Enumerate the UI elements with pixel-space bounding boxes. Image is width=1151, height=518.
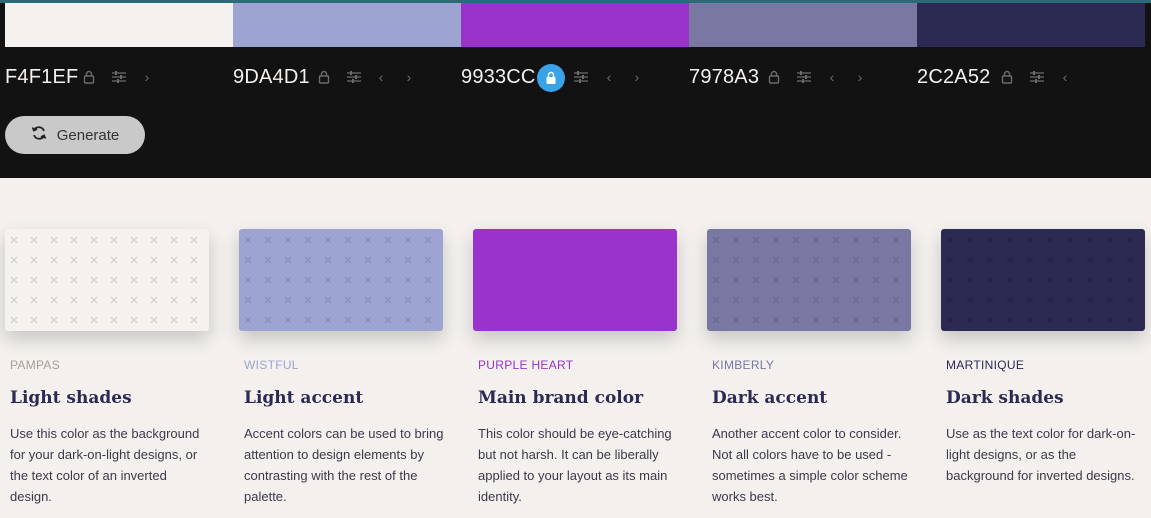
color-role-title: Light shades <box>10 388 132 408</box>
chevron-left-icon[interactable]: ‹ <box>373 67 389 87</box>
swatch-2[interactable] <box>233 3 461 47</box>
color-card-wistful[interactable] <box>239 229 443 331</box>
lock-icon[interactable] <box>999 67 1015 87</box>
color-name: PURPLE HEART <box>478 358 574 372</box>
color-name: WISTFUL <box>244 358 299 372</box>
hex-value[interactable]: 2C2A52 <box>917 66 990 89</box>
lock-icon[interactable] <box>316 67 332 87</box>
hex-value[interactable]: 9DA4D1 <box>233 66 310 89</box>
color-role-description: Use as the text color for dark-on-light … <box>946 426 1136 483</box>
color-name: KIMBERLY <box>712 358 775 372</box>
swatch-1[interactable] <box>5 3 233 47</box>
lock-icon-active[interactable] <box>537 64 565 92</box>
lock-icon[interactable] <box>766 67 782 87</box>
color-role-description: Use this color as the background for you… <box>10 426 200 504</box>
color-name: PAMPAS <box>10 358 61 372</box>
color-role-description: Another accent color to consider. Not al… <box>712 426 908 504</box>
hex-value[interactable]: 7978A3 <box>689 66 759 89</box>
lock-icon[interactable] <box>81 67 97 87</box>
swatch-3[interactable] <box>461 3 689 47</box>
color-card-pampas[interactable] <box>5 229 209 331</box>
color-role-description: This color should be eye-catching but no… <box>478 426 672 504</box>
hex-value[interactable]: 9933CC <box>461 66 536 89</box>
swatch-5[interactable] <box>917 3 1145 47</box>
refresh-icon <box>31 125 47 145</box>
color-card-kimberly[interactable] <box>707 229 911 331</box>
color-role-title: Light accent <box>244 388 364 408</box>
color-role-title: Dark shades <box>946 388 1064 408</box>
palette-details: PAMPAS Light shades Use this color as th… <box>0 178 1151 518</box>
chevron-right-icon[interactable]: › <box>629 67 645 87</box>
swatch-4[interactable] <box>689 3 917 47</box>
chevron-left-icon[interactable]: ‹ <box>601 67 617 87</box>
adjust-icon[interactable] <box>111 67 127 87</box>
palette-toolbar: F4F1EF › 9DA4D1 ‹ › 9933CC ‹ › 7978A3 ‹ … <box>0 0 1151 178</box>
color-role-description: Accent colors can be used to bring atten… <box>244 426 444 504</box>
adjust-icon[interactable] <box>1029 67 1045 87</box>
chevron-left-icon[interactable]: ‹ <box>1057 67 1073 87</box>
color-card-martinique[interactable] <box>941 229 1145 331</box>
adjust-icon[interactable] <box>346 67 362 87</box>
chevron-right-icon[interactable]: › <box>401 67 417 87</box>
adjust-icon[interactable] <box>573 67 589 87</box>
chevron-right-icon[interactable]: › <box>852 67 868 87</box>
generate-button[interactable]: Generate <box>5 116 145 154</box>
color-card-purple-heart[interactable] <box>473 229 677 331</box>
color-role-title: Main brand color <box>478 388 644 408</box>
chevron-right-icon[interactable]: › <box>139 67 155 87</box>
generate-label: Generate <box>56 126 120 144</box>
color-name: MARTINIQUE <box>946 358 1025 372</box>
adjust-icon[interactable] <box>796 67 812 87</box>
chevron-left-icon[interactable]: ‹ <box>824 67 840 87</box>
hex-value[interactable]: F4F1EF <box>5 66 78 89</box>
color-role-title: Dark accent <box>712 388 828 408</box>
